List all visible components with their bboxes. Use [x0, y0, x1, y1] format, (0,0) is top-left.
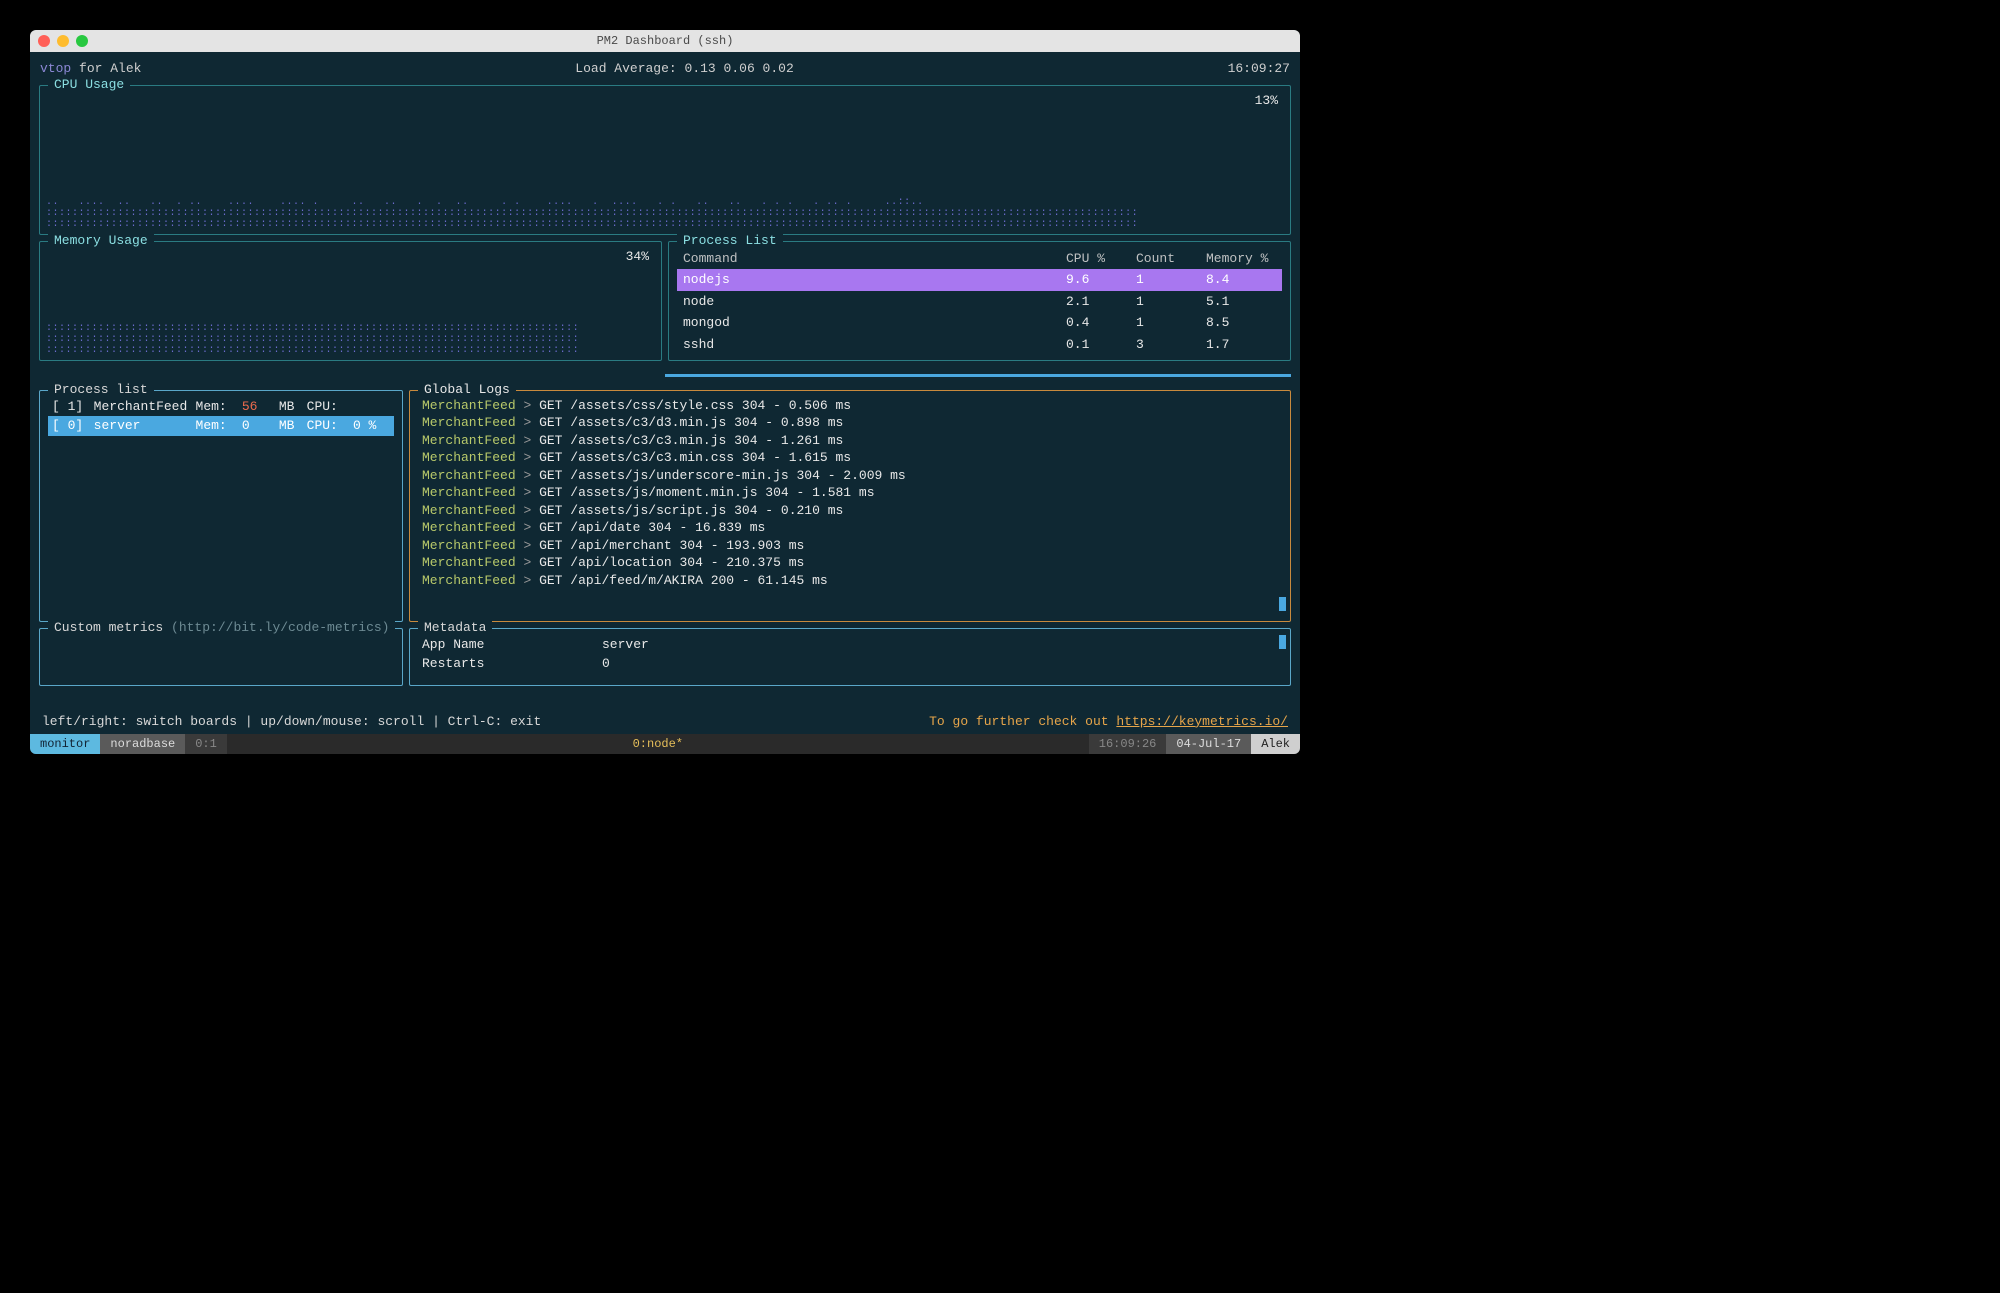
process-cpu: 2.1: [1066, 293, 1136, 311]
cpu-graph: .. .... .. .. . .. .... .... . .. .. . .…: [46, 186, 1284, 230]
process-cpu: 0.1: [1066, 336, 1136, 354]
process-cmd: mongod: [683, 314, 1066, 332]
log-line: MerchantFeed > GET /assets/c3/c3.min.css…: [418, 449, 1282, 467]
terminal-window: PM2 Dashboard (ssh) vtop for Alek Load A…: [30, 30, 1300, 754]
tmux-time: 16:09:26: [1089, 734, 1167, 754]
mem-percent: 34%: [48, 248, 653, 266]
process-row[interactable]: node2.115.1: [677, 291, 1282, 313]
custom-metrics-panel: Custom metrics (http://bit.ly/code-metri…: [39, 628, 403, 686]
global-logs-panel[interactable]: Global Logs MerchantFeed > GET /assets/c…: [409, 390, 1291, 622]
metadata-panel: Metadata App NameserverRestarts0: [409, 628, 1291, 686]
user-name: Alek: [110, 61, 141, 76]
board-tab-indicator: [39, 374, 1291, 377]
keymetrics-link[interactable]: https://keymetrics.io/: [1116, 714, 1288, 729]
tmux-date: 04-Jul-17: [1166, 734, 1251, 754]
process-row[interactable]: mongod0.418.5: [677, 312, 1282, 334]
terminal-body: vtop for Alek Load Average: 0.13 0.06 0.…: [30, 52, 1300, 734]
pm2-process-list: Process list [ 1]MerchantFeedMem:56MBCPU…: [39, 390, 403, 622]
log-line: MerchantFeed > GET /assets/js/script.js …: [418, 502, 1282, 520]
process-mem: 5.1: [1206, 293, 1276, 311]
memory-usage-panel: Memory Usage 34% :::::::::::::::::::::::…: [39, 241, 662, 361]
pm2-process-row[interactable]: [ 0]serverMem:0MBCPU:0 %: [48, 416, 394, 436]
app-name: vtop: [40, 61, 71, 76]
window-title: PM2 Dashboard (ssh): [30, 34, 1300, 48]
log-line: MerchantFeed > GET /assets/js/underscore…: [418, 467, 1282, 485]
process-row[interactable]: sshd0.131.7: [677, 334, 1282, 356]
clock: 16:09:27: [1228, 60, 1290, 78]
process-mem: 8.5: [1206, 314, 1276, 332]
help-line: left/right: switch boards | up/down/mous…: [36, 709, 1294, 735]
process-cmd: node: [683, 293, 1066, 311]
cpu-percent: 13%: [48, 92, 1282, 110]
process-cmd: nodejs: [683, 271, 1066, 289]
log-line: MerchantFeed > GET /assets/css/style.css…: [418, 397, 1282, 415]
load-label: Load Average:: [575, 61, 676, 76]
meta-scrollbar-thumb[interactable]: [1279, 635, 1286, 649]
process-cmd: sshd: [683, 336, 1066, 354]
process-row[interactable]: nodejs9.618.4: [677, 269, 1282, 291]
process-count: 1: [1136, 271, 1206, 289]
log-line: MerchantFeed > GET /assets/c3/d3.min.js …: [418, 414, 1282, 432]
load-values: 0.13 0.06 0.02: [685, 61, 794, 76]
log-line: MerchantFeed > GET /assets/js/moment.min…: [418, 484, 1282, 502]
tmux-session-monitor[interactable]: monitor: [30, 734, 100, 754]
tmux-status-bar: monitor noradbase 0:1 0:node* 16:09:26 0…: [30, 734, 1300, 754]
log-line: MerchantFeed > GET /api/date 304 - 16.83…: [418, 519, 1282, 537]
tmux-user: Alek: [1251, 734, 1300, 754]
log-line: MerchantFeed > GET /api/location 304 - 2…: [418, 554, 1282, 572]
pm2-process-row[interactable]: [ 1]MerchantFeedMem:56MBCPU:: [48, 397, 394, 417]
cpu-usage-panel: CPU Usage 13% .. .... .. .. . .. .... ..…: [39, 85, 1291, 235]
tmux-session-noradbase[interactable]: noradbase: [100, 734, 185, 754]
process-count: 1: [1136, 293, 1206, 311]
meta-row: Restarts0: [418, 654, 1282, 674]
process-mem: 1.7: [1206, 336, 1276, 354]
tmux-window-index[interactable]: 0:1: [185, 734, 227, 754]
process-list-header: Command CPU % Count Memory %: [677, 248, 1282, 270]
process-cpu: 9.6: [1066, 271, 1136, 289]
titlebar[interactable]: PM2 Dashboard (ssh): [30, 30, 1300, 52]
process-count: 3: [1136, 336, 1206, 354]
process-mem: 8.4: [1206, 271, 1276, 289]
process-count: 1: [1136, 314, 1206, 332]
vtop-header: vtop for Alek Load Average: 0.13 0.06 0.…: [36, 60, 1294, 82]
mem-graph: ::::::::::::::::::::::::::::::::::::::::…: [46, 312, 655, 356]
tmux-active-window[interactable]: 0:node*: [227, 734, 1089, 754]
logs-scrollbar-thumb[interactable]: [1279, 597, 1286, 611]
help-keys: left/right: switch boards | up/down/mous…: [42, 713, 541, 731]
log-line: MerchantFeed > GET /api/merchant 304 - 1…: [418, 537, 1282, 555]
process-list-panel: Process List Command CPU % Count Memory …: [668, 241, 1291, 361]
log-line: MerchantFeed > GET /assets/c3/c3.min.js …: [418, 432, 1282, 450]
process-cpu: 0.4: [1066, 314, 1136, 332]
meta-row: App Nameserver: [418, 635, 1282, 655]
log-line: MerchantFeed > GET /api/feed/m/AKIRA 200…: [418, 572, 1282, 590]
